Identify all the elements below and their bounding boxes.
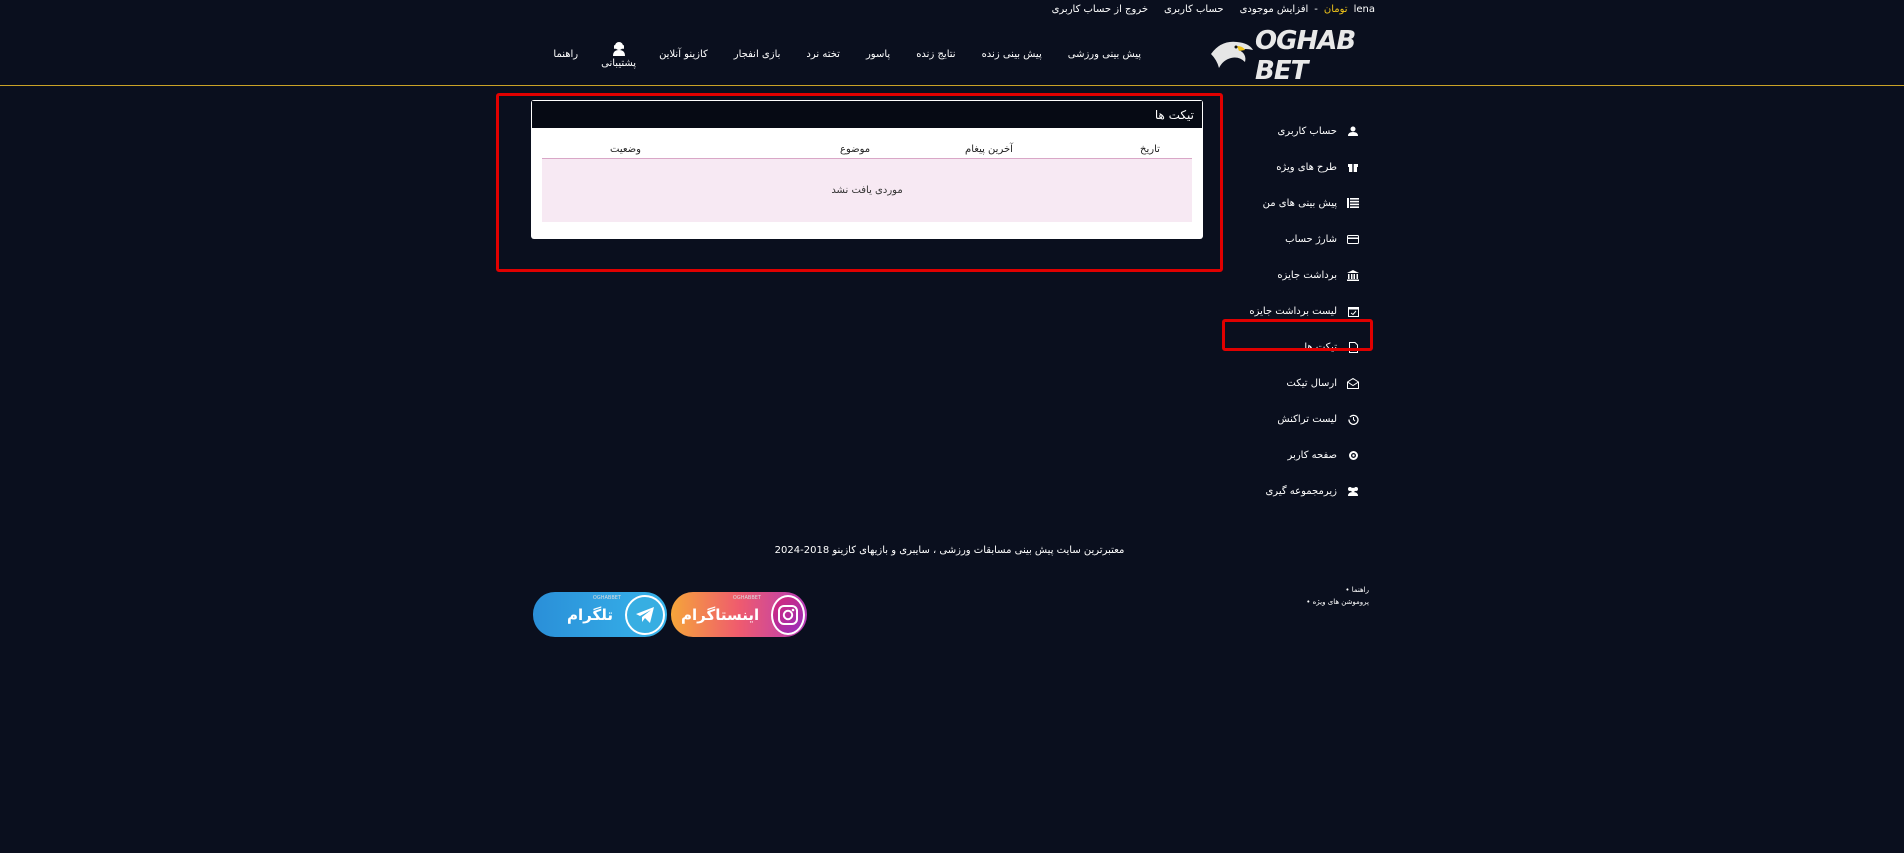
instagram-button[interactable]: OGHABBET اینستاگرام — [671, 592, 807, 637]
highlight-box-tickets-panel — [496, 93, 1223, 272]
main-nav: پیش بینی ورزشی پیش بینی زنده نتایج زنده … — [540, 40, 1154, 69]
sidebar-item-label: حساب کاربری — [1277, 125, 1337, 137]
sidebar-item-label: شارژ حساب — [1285, 233, 1337, 245]
nav-live-prediction[interactable]: پیش بینی زنده — [969, 49, 1055, 60]
username: lena — [1353, 4, 1375, 15]
nav-help[interactable]: راهنما — [540, 49, 591, 60]
users-icon — [1347, 485, 1359, 497]
nav-backgammon[interactable]: تخته نرد — [793, 49, 853, 60]
list-icon — [1347, 197, 1359, 209]
envelope-open-icon — [1347, 377, 1359, 389]
badge-small-text: OGHABBET — [732, 595, 761, 601]
separator: - — [1314, 4, 1318, 15]
footer-tagline: معتبرترین سایت پیش بینی مسابقات ورزشی ، … — [774, 545, 1125, 556]
credit-card-icon — [1347, 233, 1359, 245]
badge-small-text: OGHABBET — [592, 595, 621, 601]
nav-pasoor[interactable]: پاسور — [853, 49, 903, 60]
site-logo[interactable]: OGHAB BET — [1209, 26, 1373, 86]
sidebar-item-referral[interactable]: زیرمجموعه گیری — [1234, 473, 1359, 509]
footer-link-promotions[interactable]: • پروموشن های ویژه — [1306, 596, 1369, 608]
sidebar-item-withdraw[interactable]: برداشت جایزه — [1234, 257, 1359, 293]
sidebar-item-label: ارسال تیکت — [1286, 377, 1337, 389]
sidebar-item-label: پیش بینی های من — [1262, 197, 1337, 209]
sidebar-item-label: طرح های ویژه — [1276, 161, 1337, 173]
highlight-box-tickets-item — [1222, 319, 1373, 351]
account-sidebar: حساب کاربری طرح های ویژه پیش بینی های من… — [1234, 113, 1359, 509]
sidebar-item-label: صفحه کاربر — [1287, 449, 1337, 461]
balance-currency: تومان — [1323, 4, 1348, 15]
nav-sports-prediction[interactable]: پیش بینی ورزشی — [1055, 49, 1154, 60]
instagram-label: اینستاگرام — [681, 605, 760, 624]
nav-support[interactable]: پشتیبانی — [591, 40, 646, 69]
support-agent-icon — [612, 42, 625, 56]
sidebar-item-transactions[interactable]: لیست تراکنش — [1234, 401, 1359, 437]
sidebar-item-special-plans[interactable]: طرح های ویژه — [1234, 149, 1359, 185]
instagram-icon — [771, 594, 805, 635]
gear-icon — [1347, 449, 1359, 461]
user-icon — [1347, 125, 1359, 137]
logout-link[interactable]: خروج از حساب کاربری — [1052, 4, 1148, 15]
sidebar-item-send-ticket[interactable]: ارسال تیکت — [1234, 365, 1359, 401]
calendar-check-icon — [1347, 305, 1359, 317]
footer-link-help[interactable]: • راهنما — [1306, 584, 1369, 596]
sidebar-item-label: زیرمجموعه گیری — [1265, 485, 1337, 497]
increase-balance-link[interactable]: افزایش موجودی — [1240, 4, 1309, 15]
eagle-logo-icon — [1209, 36, 1255, 76]
sidebar-item-account[interactable]: حساب کاربری — [1234, 113, 1359, 149]
sidebar-item-label: لیست برداشت جایزه — [1249, 305, 1337, 317]
top-account-bar: lena تومان - افزایش موجودی حساب کاربری خ… — [1042, 4, 1375, 15]
telegram-button[interactable]: OGHABBET تلگرام — [533, 592, 667, 637]
bank-icon — [1347, 269, 1359, 281]
nav-crash-game[interactable]: بازی انفجار — [721, 49, 794, 60]
sidebar-item-label: برداشت جایزه — [1277, 269, 1337, 281]
gift-icon — [1347, 161, 1359, 173]
site-header: OGHAB BET پیش بینی ورزشی پیش بینی زنده ن… — [0, 26, 1904, 86]
footer-links: • راهنما • پروموشن های ویژه — [1306, 584, 1369, 608]
account-link[interactable]: حساب کاربری — [1164, 4, 1224, 15]
logo-text: OGHAB BET — [1255, 26, 1356, 86]
sidebar-item-label: لیست تراکنش — [1277, 413, 1337, 425]
sidebar-item-charge[interactable]: شارژ حساب — [1234, 221, 1359, 257]
sidebar-item-my-predictions[interactable]: پیش بینی های من — [1234, 185, 1359, 221]
telegram-label: تلگرام — [567, 605, 613, 624]
sidebar-item-user-page[interactable]: صفحه کاربر — [1234, 437, 1359, 473]
telegram-icon — [625, 594, 665, 635]
nav-online-casino[interactable]: کازینو آنلاین — [646, 49, 721, 60]
support-label: پشتیبانی — [601, 58, 637, 69]
history-icon — [1347, 413, 1359, 425]
nav-live-results[interactable]: نتایج زنده — [903, 49, 968, 60]
